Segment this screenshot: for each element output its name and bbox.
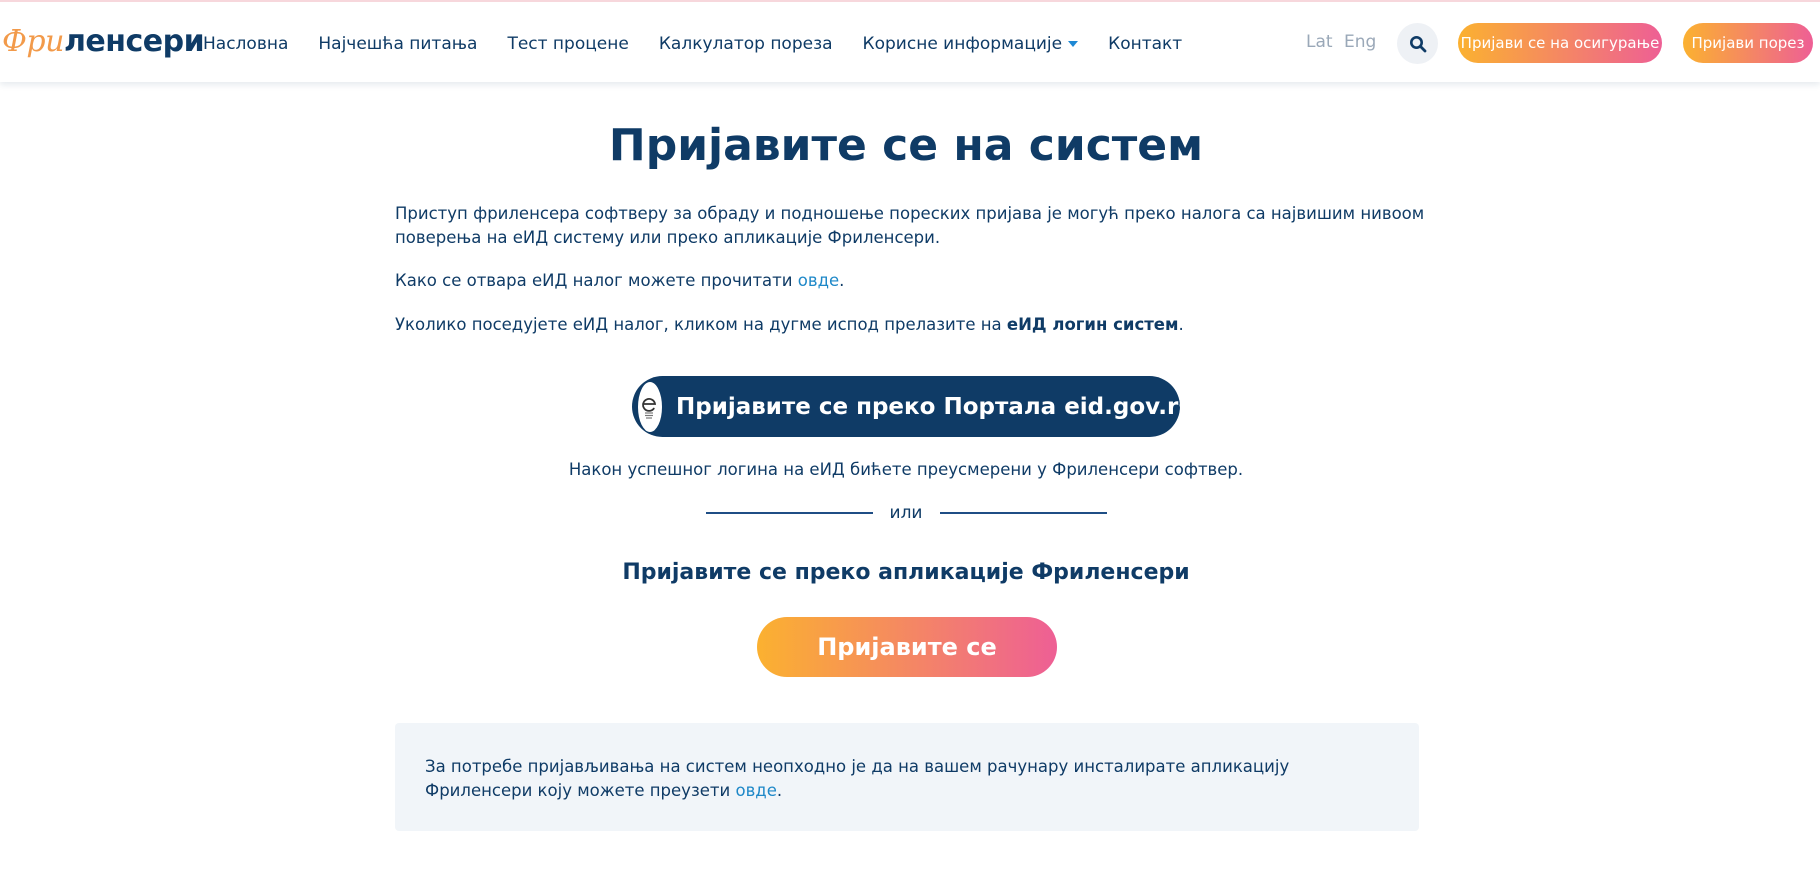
insurance-signup-button[interactable]: Пријави се на осигурање bbox=[1458, 23, 1662, 63]
site-logo[interactable]: Фриленсери bbox=[2, 22, 205, 62]
eid-login-system-label: еИД логин систем bbox=[1006, 315, 1179, 334]
tax-report-button[interactable]: Пријави порез bbox=[1683, 23, 1813, 63]
logo-part-2: ленсери bbox=[63, 24, 205, 59]
howto-text: Како се отвара еИД налог можете прочитат… bbox=[395, 269, 1425, 293]
app-login-title: Пријавите се преко апликације Фриленсери bbox=[622, 560, 1190, 585]
app-login-button[interactable]: Пријавите се bbox=[757, 617, 1057, 677]
nav-item-home[interactable]: Насловна bbox=[203, 34, 288, 54]
page-title: Пријавите се на систем bbox=[608, 120, 1204, 171]
nav-item-tax-calculator[interactable]: Калкулатор пореза bbox=[659, 34, 833, 54]
eid-note-text: Уколико поседујете еИД налог, кликом на … bbox=[395, 313, 1425, 337]
nav-item-useful-info-label: Корисне информације bbox=[862, 34, 1063, 54]
eid-logo-icon bbox=[638, 381, 662, 432]
info-box: За потребе пријављивања на систем неопхо… bbox=[395, 723, 1419, 831]
nav-item-useful-info[interactable]: Корисне информације bbox=[863, 34, 1079, 54]
nav-item-contact[interactable]: Контакт bbox=[1108, 34, 1182, 54]
info-text-after: . bbox=[776, 781, 783, 800]
eid-login-button[interactable]: Пријавите се преко Портала eid.gov.rs bbox=[632, 376, 1192, 437]
howto-text-after: . bbox=[839, 271, 845, 290]
search-icon bbox=[1409, 35, 1426, 52]
site-header: Фриленсери Насловна Најчешћа питања Тест… bbox=[0, 0, 1820, 82]
or-separator: или bbox=[889, 503, 923, 523]
nav-item-assessment-test[interactable]: Тест процене bbox=[507, 34, 628, 54]
lang-latin[interactable]: Lat bbox=[1306, 32, 1333, 52]
eid-note-before: Уколико поседујете еИД налог, кликом на … bbox=[395, 315, 1007, 334]
divider-line-right bbox=[940, 512, 1107, 514]
search-button[interactable] bbox=[1397, 23, 1438, 64]
howto-text-before: Како се отвара еИД налог можете прочитат… bbox=[395, 271, 798, 290]
howto-link[interactable]: овде bbox=[798, 271, 839, 290]
lang-english[interactable]: Eng bbox=[1344, 32, 1376, 52]
logo-part-1: Фри bbox=[2, 24, 64, 59]
info-text: За потребе пријављивања на систем неопхо… bbox=[425, 757, 1290, 800]
download-link[interactable]: овде bbox=[735, 781, 776, 800]
eid-note-after: . bbox=[1178, 315, 1184, 334]
chevron-down-icon bbox=[1068, 41, 1079, 47]
nav-item-faq[interactable]: Најчешћа питања bbox=[318, 34, 477, 54]
after-login-text: Након успешног логина на еИД бићете преу… bbox=[568, 460, 1244, 479]
intro-text: Приступ фриленсера софтверу за обраду и … bbox=[395, 204, 1425, 247]
eid-logo-glyph bbox=[642, 397, 657, 419]
main-nav: Насловна Најчешћа питања Тест процене Ка… bbox=[203, 30, 1212, 58]
eid-login-button-label: Пријавите се преко Портала eid.gov.rs bbox=[676, 393, 1193, 420]
